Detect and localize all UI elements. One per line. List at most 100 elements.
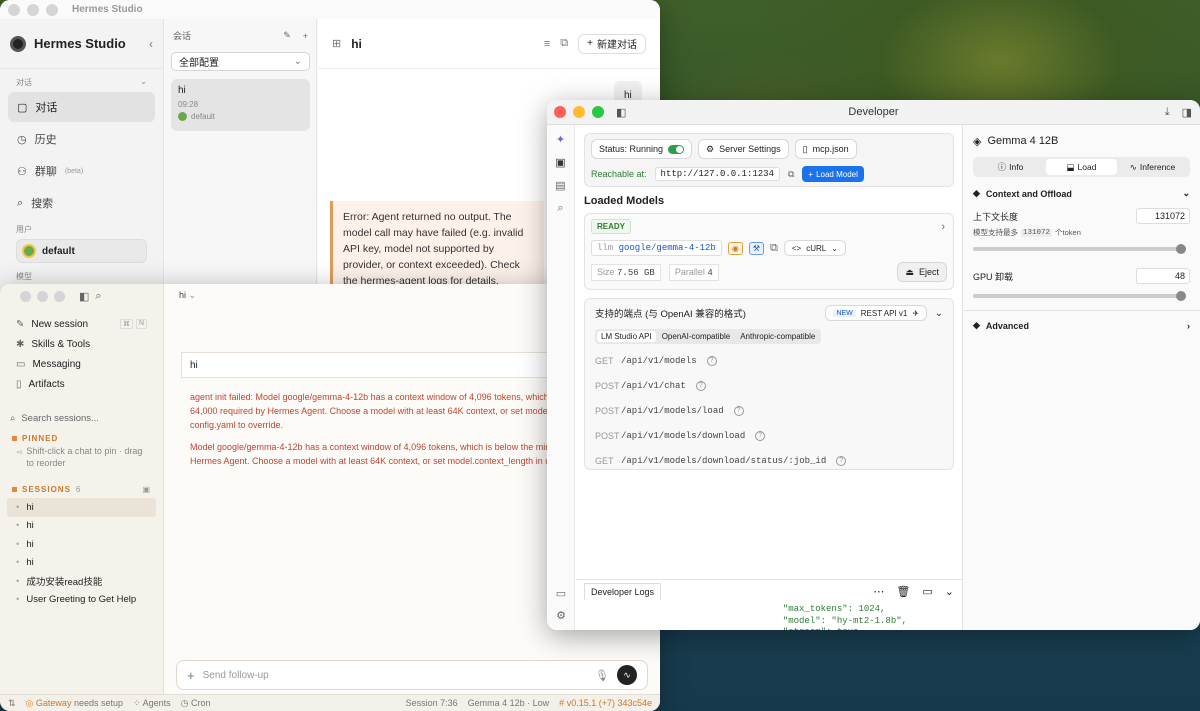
nav-item-group[interactable]: ⚇ 群聊 (beta) bbox=[8, 156, 155, 186]
help-icon[interactable]: ? bbox=[755, 430, 766, 441]
panel-toggle-icon[interactable]: ◨ bbox=[1182, 106, 1192, 119]
curl-button[interactable]: <> cURL ⌄ bbox=[783, 240, 846, 256]
zoom-button[interactable] bbox=[592, 106, 604, 118]
endpoint-row[interactable]: POST/api/v1/models/load? bbox=[595, 398, 943, 423]
send-button[interactable]: ∿ bbox=[617, 665, 637, 685]
terminal-icon[interactable]: ▣ bbox=[547, 156, 574, 169]
chevron-down-icon[interactable]: ⌄ bbox=[935, 308, 943, 319]
chevron-down-icon[interactable]: ⌄ bbox=[1182, 188, 1190, 199]
gpu-offload-input[interactable]: 48 bbox=[1136, 268, 1190, 284]
minimize-button[interactable] bbox=[573, 106, 585, 118]
nav-item-chat[interactable]: ▢ 对话 bbox=[8, 92, 155, 122]
copy-icon[interactable]: ⧉ bbox=[560, 37, 568, 50]
tab-load[interactable]: ⬓ Load bbox=[1046, 159, 1117, 175]
session-item[interactable]: • hi bbox=[7, 517, 156, 536]
endpoint-row[interactable]: POST/api/v1/models/download? bbox=[595, 423, 943, 448]
session-item[interactable]: • 成功安装read技能 bbox=[7, 572, 156, 591]
menu-messaging[interactable]: ▭ Messaging bbox=[0, 354, 163, 374]
help-icon[interactable]: ? bbox=[695, 380, 706, 391]
conversation-item[interactable]: hi 09:28 default bbox=[171, 79, 310, 131]
close-button[interactable] bbox=[20, 290, 31, 302]
window-icon[interactable]: ▭ bbox=[922, 585, 932, 598]
tab-inference[interactable]: ∿ Inference bbox=[1117, 159, 1188, 175]
folder-icon[interactable]: ▤ bbox=[547, 179, 574, 192]
agents-status[interactable]: ⁘ Agents bbox=[133, 698, 171, 709]
endpoint-row[interactable]: GET/api/v1/models? bbox=[595, 348, 943, 373]
session-item[interactable]: • hi bbox=[7, 535, 156, 554]
chevron-down-icon[interactable]: ⌄ bbox=[945, 585, 954, 598]
session-item[interactable]: • hi bbox=[7, 498, 156, 517]
robot-icon[interactable]: ✦ bbox=[547, 133, 574, 146]
context-length-slider[interactable] bbox=[973, 244, 1186, 254]
endpoint-row[interactable]: GET/api/v1/models/download/status/:job_i… bbox=[595, 448, 943, 469]
session-item[interactable]: • User Greeting to Get Help bbox=[7, 591, 156, 610]
menu-artifacts[interactable]: ▯ Artifacts bbox=[0, 374, 163, 394]
plus-icon[interactable]: + bbox=[303, 31, 308, 41]
tab-anthropic-compatible[interactable]: Anthropic-compatible bbox=[736, 331, 819, 342]
zoom-button[interactable] bbox=[46, 3, 58, 16]
plus-icon[interactable]: + bbox=[187, 668, 195, 683]
server-url[interactable]: http://127.0.0.1:1234 bbox=[654, 167, 780, 181]
model-identifier[interactable]: llm google/gemma-4-12b bbox=[591, 240, 722, 256]
close-button[interactable] bbox=[554, 106, 566, 118]
list-icon[interactable]: ≡ bbox=[544, 38, 550, 50]
search-icon[interactable]: ⌕ bbox=[547, 202, 574, 215]
context-length-input[interactable]: 131072 bbox=[1136, 208, 1190, 224]
edit-icon[interactable]: ✎ bbox=[283, 30, 291, 41]
rest-api-button[interactable]: NEW REST API v1 ✈ bbox=[825, 305, 928, 321]
session-title-dropdown[interactable]: hi ⌄ bbox=[179, 290, 196, 301]
close-button[interactable] bbox=[8, 3, 20, 16]
microphone-icon[interactable]: 🎙︎ bbox=[595, 669, 609, 682]
grid-icon[interactable]: ⊞ bbox=[332, 37, 341, 50]
chevron-down-icon[interactable]: ⌄ bbox=[140, 77, 147, 88]
copy-icon[interactable]: ⧉ bbox=[788, 169, 794, 180]
gear-icon[interactable]: ⚙ bbox=[547, 609, 575, 622]
nav-item-history[interactable]: ◷ 历史 bbox=[8, 124, 155, 154]
eject-button[interactable]: ⏏ Eject bbox=[897, 262, 947, 282]
menu-skills-tools[interactable]: ✱ Skills & Tools bbox=[0, 334, 163, 354]
archive-icon[interactable]: ▣ bbox=[142, 485, 151, 494]
config-filter-select[interactable]: 全部配置 ⌄ bbox=[171, 52, 310, 71]
model-indicator[interactable]: Gemma 4 12b · Low bbox=[468, 698, 550, 708]
cron-status[interactable]: ◷ Cron bbox=[181, 698, 211, 709]
zoom-button[interactable] bbox=[54, 290, 65, 302]
download-icon[interactable]: ⤓ bbox=[1165, 106, 1170, 119]
eye-icon[interactable]: ◉ bbox=[727, 241, 743, 255]
server-settings-button[interactable]: ⚙ Server Settings bbox=[698, 139, 789, 159]
help-icon[interactable]: ? bbox=[706, 355, 717, 366]
status-toggle[interactable]: Status: Running bbox=[591, 139, 693, 159]
mcp-json-button[interactable]: ▯ mcp.json bbox=[794, 139, 857, 159]
chevron-right-icon[interactable]: › bbox=[941, 221, 945, 233]
bullet: • bbox=[16, 501, 20, 513]
running-switch[interactable] bbox=[668, 144, 685, 154]
sidebar-toggle-icon[interactable]: ◧ bbox=[616, 106, 626, 119]
load-model-button[interactable]: + Load Model bbox=[802, 166, 864, 182]
gpu-offload-slider[interactable] bbox=[973, 291, 1186, 301]
composer[interactable]: + Send follow-up 🎙︎ ∿ bbox=[176, 660, 648, 690]
menu-new-session[interactable]: ✎ New session ⌘ N bbox=[0, 314, 163, 334]
trash-icon[interactable]: 🗑︎ bbox=[896, 585, 910, 598]
endpoint-row[interactable]: POST/api/v1/chat? bbox=[595, 373, 943, 398]
new-chat-button[interactable]: + 新建对话 bbox=[578, 33, 646, 54]
session-item[interactable]: • hi bbox=[7, 554, 156, 573]
collapse-icon[interactable]: ‹ bbox=[149, 37, 153, 51]
gateway-status[interactable]: ◎ Gateway needs setup bbox=[26, 698, 123, 709]
help-icon[interactable]: ? bbox=[733, 405, 744, 416]
minimize-button[interactable] bbox=[37, 290, 48, 302]
tab-openai-compatible[interactable]: OpenAI-compatible bbox=[658, 331, 734, 342]
copy-icon[interactable]: ⧉ bbox=[770, 242, 778, 255]
nav-item-search[interactable]: ⌕ 搜索 bbox=[8, 188, 155, 218]
session-search[interactable]: ⌕ Search sessions... bbox=[0, 408, 163, 428]
devices-icon[interactable]: ▭ bbox=[547, 587, 575, 600]
more-icon[interactable]: ⋯ bbox=[873, 585, 884, 598]
sidebar-toggle-icon[interactable]: ◧ bbox=[79, 290, 89, 303]
help-icon[interactable]: ? bbox=[836, 455, 847, 466]
tools-icon[interactable]: ⚒ bbox=[748, 241, 764, 255]
tab-developer-logs[interactable]: Developer Logs bbox=[584, 582, 662, 600]
search-icon[interactable]: ⌕ bbox=[95, 290, 101, 303]
tab-lm-studio-api[interactable]: LM Studio API bbox=[597, 331, 656, 342]
minimize-button[interactable] bbox=[27, 3, 39, 16]
user-chip[interactable]: default bbox=[16, 239, 147, 263]
tab-info[interactable]: ⓘ Info bbox=[975, 159, 1046, 175]
advanced-section[interactable]: ◆ Advanced › bbox=[973, 320, 1190, 331]
